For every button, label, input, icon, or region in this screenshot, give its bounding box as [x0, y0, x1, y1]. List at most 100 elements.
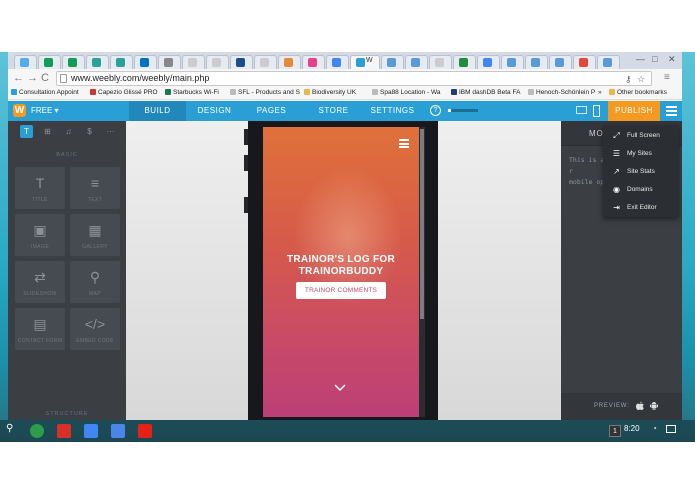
browser-tab-tab22[interactable]	[525, 55, 548, 69]
scroll-down-chevron-icon[interactable]	[334, 384, 346, 392]
menu-item-full-screen[interactable]: ⤢ Full Screen	[603, 127, 679, 145]
element-text[interactable]: ≡ TEXT	[70, 167, 120, 209]
element-gallery[interactable]: ▦ GALLERY	[70, 214, 120, 256]
text-tab-icon[interactable]: T	[20, 125, 33, 138]
menu-item-site-stats[interactable]: ↗ Site Stats	[603, 163, 679, 181]
browser-tab-outlook[interactable]	[134, 55, 157, 69]
element-slideshow[interactable]: ⇄ SLIDESHOW	[15, 261, 65, 303]
browser-tab-w3[interactable]	[405, 55, 428, 69]
chrome-app-icon[interactable]	[30, 424, 44, 438]
bookmark-item[interactable]: Starbucks Wi-Fi	[165, 89, 219, 96]
element-title[interactable]: T TITLE	[15, 167, 65, 209]
back-button[interactable]: ←	[13, 72, 24, 84]
browser-tab-tab4[interactable]	[86, 55, 109, 69]
browser-tab-tab23[interactable]	[549, 55, 572, 69]
browser-tab-google[interactable]	[326, 55, 349, 69]
browser-tab-page2[interactable]	[206, 55, 229, 69]
apple-preview-icon[interactable]	[636, 401, 644, 412]
scrollbar-thumb[interactable]	[420, 129, 424, 319]
workspace-indicator[interactable]: 1	[609, 425, 621, 437]
bookmark-item[interactable]: IBM dashDB Beta FA	[451, 89, 520, 96]
tab-settings[interactable]: SETTINGS	[364, 101, 421, 121]
site-menu-icon[interactable]	[399, 139, 409, 148]
site-title[interactable]: TRAINOR'S LOG FOR TRAINORBUDDY	[263, 254, 419, 278]
tab-build[interactable]: BUILD	[129, 101, 186, 121]
page-icon	[60, 74, 67, 83]
close-window-button[interactable]: ✕	[668, 54, 676, 65]
gmail-app-icon[interactable]	[57, 424, 71, 438]
help-icon[interactable]: ?	[430, 105, 441, 116]
google-plus-app-icon[interactable]	[84, 424, 98, 438]
browser-tab-tp[interactable]	[230, 55, 253, 69]
layout-tab-icon[interactable]: ⊞	[41, 125, 54, 138]
bookmark-item[interactable]: Spa88 Location - Wa	[372, 89, 440, 96]
browser-tab-sheets2[interactable]	[62, 55, 85, 69]
more-tab-icon[interactable]: ···	[104, 125, 117, 138]
tab-pages[interactable]: PAGES	[243, 101, 300, 121]
bookmark-item[interactable]: SFL - Products and S	[230, 89, 300, 96]
browser-tab-tab24[interactable]	[573, 55, 596, 69]
browser-tab-weebly[interactable]: W	[350, 55, 380, 69]
browser-tab-sheets[interactable]	[38, 55, 61, 69]
element-image[interactable]: ▣ IMAGE	[15, 214, 65, 256]
youtube-app-icon[interactable]	[138, 424, 152, 438]
bookmark-item[interactable]: Consultation Appoint	[11, 89, 79, 96]
bookmark-item[interactable]: Capezio Glissé PRO	[90, 89, 158, 96]
docs-app-icon[interactable]	[111, 424, 125, 438]
browser-tab-doc[interactable]	[158, 55, 181, 69]
site-header-section[interactable]: TRAINOR'S LOG FOR TRAINORBUDDY TRAINOR C…	[263, 127, 419, 417]
plan-dropdown[interactable]: FREE ▾	[31, 106, 59, 115]
other-bookmarks[interactable]: Other bookmarks	[609, 89, 667, 96]
chrome-menu-icon[interactable]: ≡	[664, 72, 670, 83]
browser-tab-gallery[interactable]	[278, 55, 301, 69]
desktop-view-icon[interactable]	[576, 106, 587, 114]
commerce-tab-icon[interactable]: $	[83, 125, 96, 138]
tab-design[interactable]: DESIGN	[186, 101, 243, 121]
tab-store[interactable]: STORE	[305, 101, 362, 121]
system-clock[interactable]: 8:20	[624, 424, 640, 433]
browser-tab-tab21[interactable]	[501, 55, 524, 69]
bookmark-star-icon[interactable]: ☆	[637, 74, 645, 85]
browser-tab-google2[interactable]	[477, 55, 500, 69]
trainor-comments-button[interactable]: TRAINOR COMMENTS	[296, 282, 386, 299]
menu-item-my-sites[interactable]: ☰ My Sites	[603, 145, 679, 163]
browser-tab-pink[interactable]	[302, 55, 325, 69]
battery-icon	[666, 425, 676, 433]
mobile-view-icon[interactable]	[593, 105, 600, 117]
browser-tab-page3[interactable]	[254, 55, 277, 69]
hamburger-menu-icon[interactable]	[666, 106, 677, 116]
bookmark-favicon-icon	[11, 89, 17, 95]
browser-tab-page[interactable]	[182, 55, 205, 69]
reload-button[interactable]: C	[41, 72, 49, 84]
forward-button[interactable]: →	[27, 72, 38, 84]
element-map[interactable]: ⚲ MAP	[70, 261, 120, 303]
domains-icon: ◉	[613, 185, 620, 194]
bookmark-item[interactable]: Biodiversity UK	[304, 89, 356, 96]
launcher-search-icon[interactable]: ⚲	[6, 423, 13, 434]
phone-side-button	[244, 129, 248, 145]
browser-tab-tab25[interactable]	[597, 55, 620, 69]
browser-tab-tab5[interactable]	[110, 55, 133, 69]
bookmark-item[interactable]: Henoch-Schönlein P	[528, 89, 595, 96]
maximize-button[interactable]: □	[652, 54, 657, 64]
publish-button[interactable]: PUBLISH	[608, 101, 660, 121]
key-icon[interactable]: ⚷	[625, 74, 632, 85]
browser-tab-twitter[interactable]	[14, 55, 37, 69]
weebly-logo[interactable]: W	[13, 104, 26, 117]
url-text[interactable]: www.weebly.com/weebly/main.php	[71, 73, 209, 83]
element-contact-form[interactable]: ▤ CONTACT FORM	[15, 308, 65, 350]
menu-item-exit-editor[interactable]: ⇥ Exit Editor	[603, 199, 679, 217]
minimize-button[interactable]: —	[636, 54, 645, 64]
preview-scrollbar[interactable]	[419, 127, 425, 417]
browser-tab-chrome[interactable]	[453, 55, 476, 69]
preview-footer: PREVIEW:	[561, 393, 682, 420]
android-preview-icon[interactable]	[650, 401, 658, 412]
bookmarks-overflow[interactable]: »	[598, 89, 602, 96]
browser-tab-w2[interactable]	[381, 55, 404, 69]
bookmark-favicon-icon	[165, 89, 171, 95]
url-bar[interactable]: www.weebly.com/weebly/main.php ⚷ ☆	[56, 71, 652, 86]
menu-item-domains[interactable]: ◉ Domains	[603, 181, 679, 199]
element-embed-code[interactable]: </> EMBED CODE	[70, 308, 120, 350]
browser-tab-page4[interactable]	[429, 55, 452, 69]
media-tab-icon[interactable]: ♫	[62, 125, 75, 138]
